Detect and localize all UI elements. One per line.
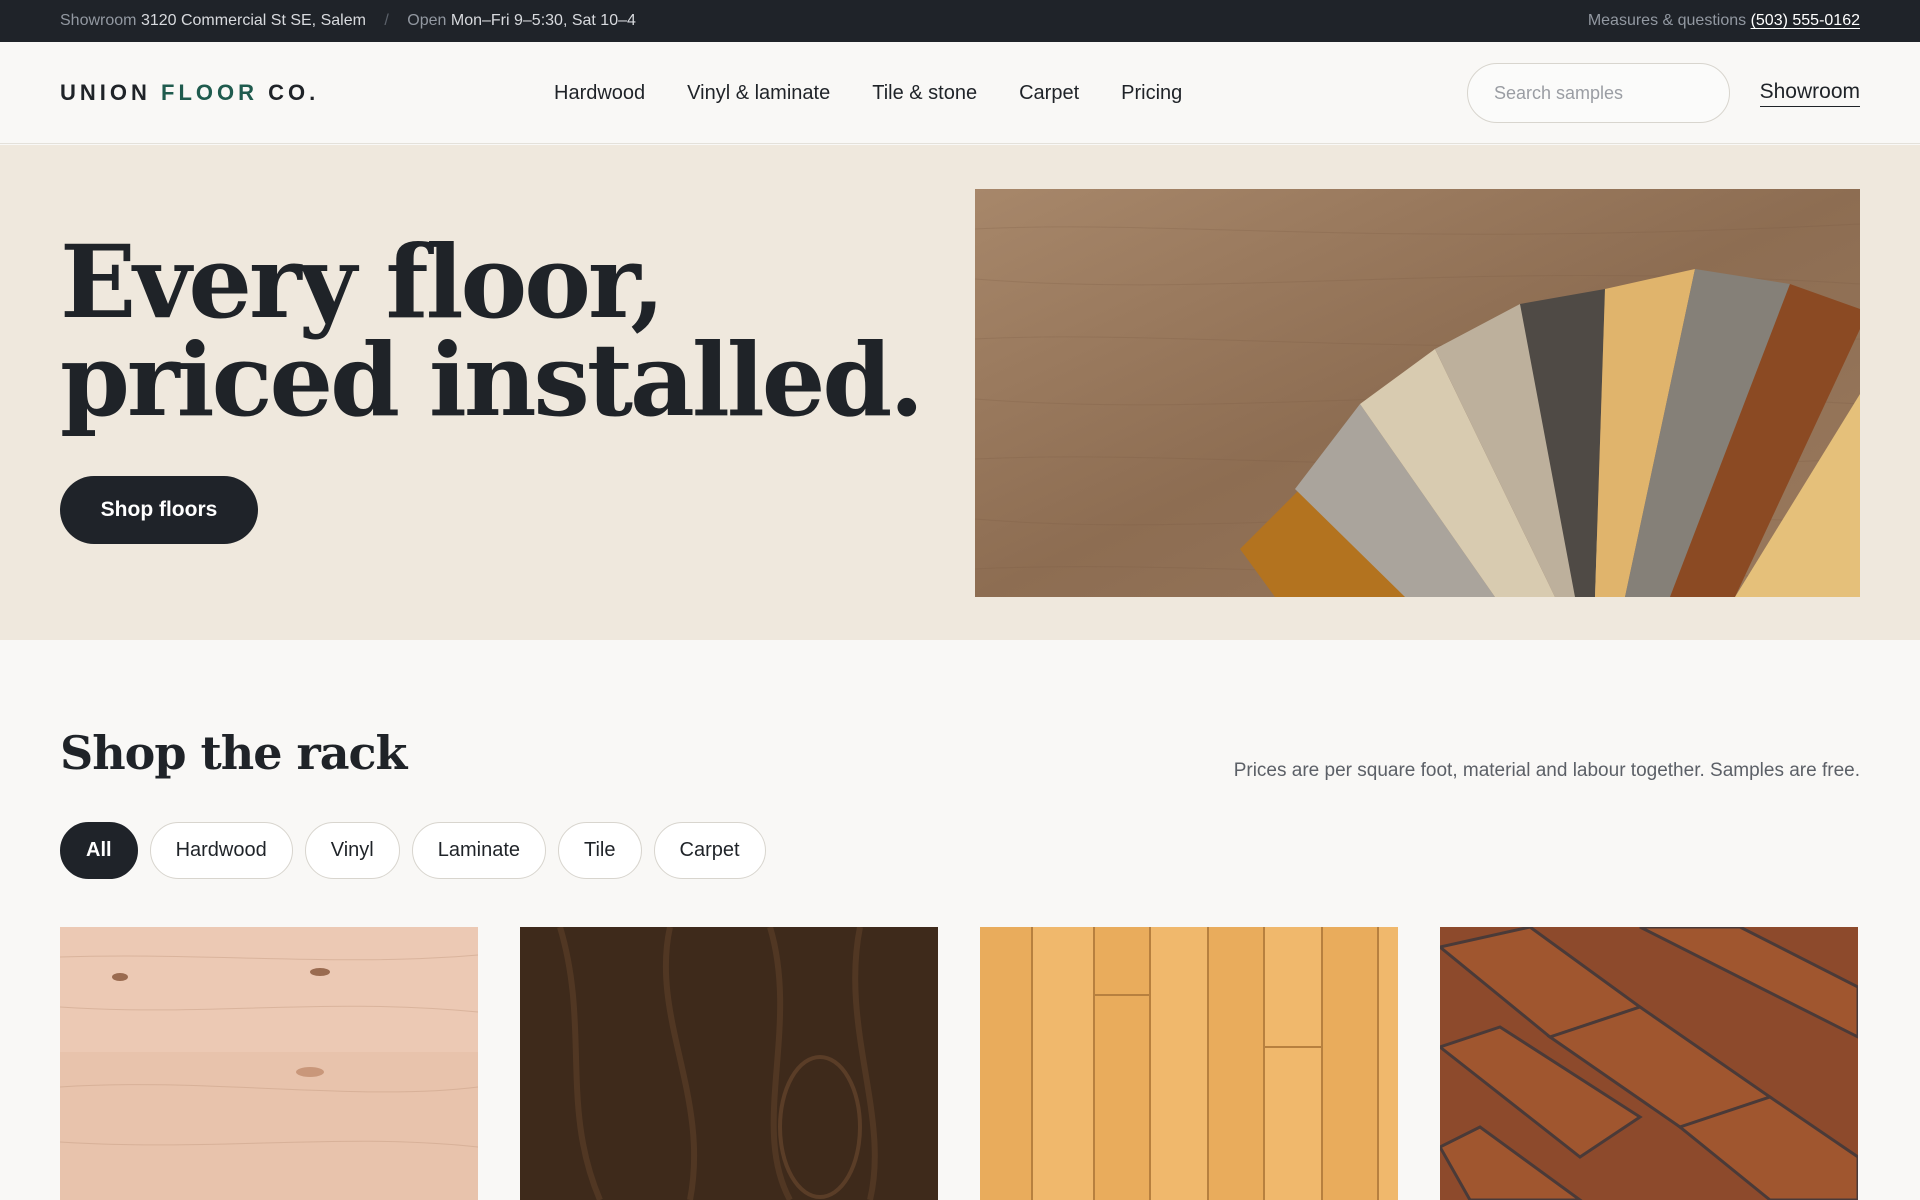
contact-label: Measures & questions bbox=[1587, 12, 1747, 29]
hero-section: Every floor, priced installed. Shop floo… bbox=[0, 145, 1920, 640]
filter-chips: All Hardwood Vinyl Laminate Tile Carpet bbox=[60, 822, 766, 879]
search-box[interactable] bbox=[1467, 63, 1730, 123]
contact-info: Measures & questions (503) 555-0162 bbox=[1588, 12, 1860, 30]
nav-vinyl-laminate[interactable]: Vinyl & laminate bbox=[687, 82, 830, 105]
product-card-golden-oak[interactable] bbox=[980, 927, 1398, 1200]
product-card-light-maple[interactable] bbox=[60, 927, 478, 1200]
showroom-address: 3120 Commercial St SE, Salem bbox=[140, 12, 366, 29]
info-separator: / bbox=[384, 12, 389, 29]
main-nav: Hardwood Vinyl & laminate Tile & stone C… bbox=[554, 42, 1224, 144]
hero-headline: Every floor, priced installed. bbox=[60, 223, 924, 439]
product-card-herringbone[interactable] bbox=[1440, 927, 1858, 1200]
showroom-link[interactable]: Showroom bbox=[1759, 42, 1860, 144]
phone-link[interactable]: (503) 555-0162 bbox=[1751, 12, 1860, 29]
showroom-link-label[interactable]: Showroom bbox=[1759, 80, 1860, 107]
logo-floor: FLOOR bbox=[161, 79, 258, 105]
pricing-note: Prices are per square foot, material and… bbox=[1233, 760, 1860, 781]
showroom-info: Showroom 3120 Commercial St SE, Salem / … bbox=[60, 12, 636, 30]
product-grid bbox=[60, 927, 1858, 1200]
product-card-dark-walnut[interactable] bbox=[520, 927, 938, 1200]
showroom-label: Showroom bbox=[60, 12, 137, 29]
nav-pricing[interactable]: Pricing bbox=[1121, 82, 1182, 105]
nav-carpet[interactable]: Carpet bbox=[1019, 82, 1079, 105]
hero-floor-samples-image bbox=[975, 189, 1860, 597]
site-header: UNION FLOOR CO. Hardwood Vinyl & laminat… bbox=[0, 42, 1920, 144]
top-info-bar: Showroom 3120 Commercial St SE, Salem / … bbox=[0, 0, 1920, 42]
filter-hardwood[interactable]: Hardwood bbox=[149, 822, 293, 879]
search-input[interactable] bbox=[1492, 81, 1705, 105]
filter-vinyl[interactable]: Vinyl bbox=[304, 822, 400, 879]
nav-hardwood[interactable]: Hardwood bbox=[554, 82, 645, 105]
logo-union: UNION bbox=[60, 79, 161, 105]
filter-all[interactable]: All bbox=[60, 822, 138, 879]
open-label: Open bbox=[407, 12, 447, 29]
logo-co: CO. bbox=[258, 79, 320, 105]
filter-laminate[interactable]: Laminate bbox=[411, 822, 547, 879]
filter-carpet[interactable]: Carpet bbox=[653, 822, 766, 879]
opening-hours: Mon–Fri 9–5:30, Sat 10–4 bbox=[450, 12, 636, 29]
shop-floors-button[interactable]: Shop floors bbox=[60, 476, 258, 544]
site-logo[interactable]: UNION FLOOR CO. bbox=[60, 80, 319, 106]
filter-tile[interactable]: Tile bbox=[558, 822, 642, 879]
nav-tile-stone[interactable]: Tile & stone bbox=[872, 82, 977, 105]
rack-title: Shop the rack bbox=[60, 726, 407, 780]
